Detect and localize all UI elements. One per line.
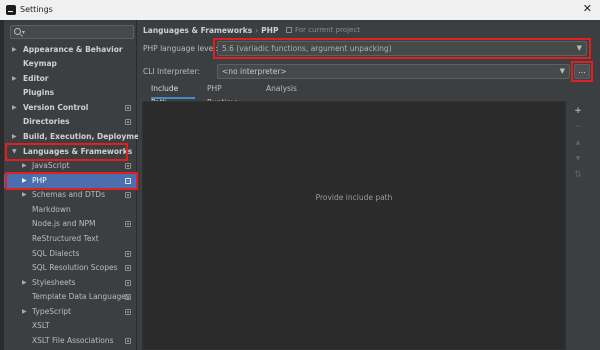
tab-analysis[interactable]: Analysis bbox=[266, 82, 297, 99]
title-bar: Settings ✕ bbox=[0, 0, 600, 20]
expand-arrow-icon[interactable]: ▶ bbox=[22, 276, 27, 290]
tab-include-path[interactable]: Include Path bbox=[151, 82, 195, 107]
sidebar-item-nodejs-npm[interactable]: Node.js and NPM bbox=[4, 217, 137, 231]
tab-php-runtime[interactable]: PHP Runtime bbox=[207, 82, 253, 107]
highlight-box-language-level bbox=[213, 38, 591, 59]
sidebar-item-version-control[interactable]: ▶ Version Control bbox=[4, 101, 137, 115]
breadcrumb-separator: › bbox=[255, 26, 259, 35]
sidebar-item-label: JavaScript bbox=[32, 161, 70, 170]
move-down-icon[interactable]: ▼ bbox=[570, 152, 586, 166]
close-icon[interactable]: ✕ bbox=[583, 3, 592, 15]
sidebar-item-label: Directories bbox=[23, 117, 70, 126]
search-dropdown-icon[interactable]: ▾ bbox=[22, 29, 25, 36]
expand-arrow-icon[interactable]: ▶ bbox=[22, 159, 27, 173]
sidebar-item-sql-dialects[interactable]: SQL Dialects bbox=[4, 247, 137, 261]
project-scope-icon bbox=[125, 119, 131, 125]
sidebar-item-appearance-behavior[interactable]: ▶ Appearance & Behavior bbox=[4, 43, 137, 57]
breadcrumb: Languages & Frameworks › PHP bbox=[143, 26, 278, 35]
expand-arrow-icon[interactable]: ▶ bbox=[12, 130, 17, 144]
cli-interpreter-value: <no interpreter> bbox=[222, 67, 287, 76]
project-scope-icon bbox=[286, 27, 292, 33]
project-scope-icon bbox=[125, 163, 131, 169]
sidebar-item-xslt[interactable]: XSLT bbox=[4, 319, 137, 333]
sidebar-item-plugins[interactable]: Plugins bbox=[4, 86, 137, 100]
sort-icon[interactable]: ⇅ bbox=[570, 168, 586, 182]
sidebar-item-label: SQL Resolution Scopes bbox=[32, 263, 118, 272]
include-path-list[interactable]: Provide include path bbox=[142, 101, 566, 350]
sidebar-item-label: Appearance & Behavior bbox=[23, 45, 123, 54]
sidebar-item-markdown[interactable]: Markdown bbox=[4, 203, 137, 217]
sidebar-item-restructured-text[interactable]: ReStructured Text bbox=[4, 232, 137, 246]
sidebar-item-label: XSLT bbox=[32, 321, 50, 330]
settings-tabs: Include Path PHP Runtime Analysis bbox=[138, 82, 600, 107]
breadcrumb-current: PHP bbox=[261, 26, 279, 35]
sidebar-item-label: Markdown bbox=[32, 205, 71, 214]
sidebar-item-label: Node.js and NPM bbox=[32, 219, 96, 228]
sidebar-item-label: Version Control bbox=[23, 103, 89, 112]
add-icon[interactable]: + bbox=[570, 104, 586, 118]
include-path-empty-text: Provide include path bbox=[315, 193, 393, 202]
sidebar-item-schemas-dtds[interactable]: ▶ Schemas and DTDs bbox=[4, 188, 137, 202]
sidebar-item-typescript[interactable]: ▶ TypeScript bbox=[4, 305, 137, 319]
move-up-icon[interactable]: ▲ bbox=[570, 136, 586, 150]
app-icon bbox=[6, 5, 16, 15]
project-scope-icon bbox=[125, 221, 131, 227]
cli-interpreter-select[interactable]: <no interpreter> ▼ bbox=[217, 64, 570, 79]
cli-interpreter-label: CLI Interpreter: bbox=[143, 67, 200, 76]
project-scope-icon bbox=[125, 280, 131, 286]
sidebar-item-label: Editor bbox=[23, 74, 49, 83]
sidebar-item-label: Template Data Languages bbox=[32, 292, 130, 301]
expand-arrow-icon[interactable]: ▶ bbox=[12, 43, 17, 57]
highlight-box-php bbox=[5, 172, 138, 190]
expand-arrow-icon[interactable]: ▶ bbox=[12, 72, 17, 86]
expand-arrow-icon[interactable]: ▶ bbox=[22, 305, 27, 319]
project-scope-icon bbox=[125, 192, 131, 198]
sidebar-item-label: Plugins bbox=[23, 88, 55, 97]
highlight-box-browse bbox=[571, 61, 593, 82]
sidebar-item-label: Schemas and DTDs bbox=[32, 190, 105, 199]
sidebar-item-label: XSLT File Associations bbox=[32, 336, 114, 345]
sidebar-item-template-data-languages[interactable]: Template Data Languages bbox=[4, 290, 137, 304]
project-scope-icon bbox=[125, 265, 131, 271]
language-level-label: PHP language level: bbox=[143, 44, 218, 53]
settings-main-pane: Languages & Frameworks › PHP For current p… bbox=[138, 20, 600, 350]
highlight-box-languages bbox=[5, 143, 128, 161]
sidebar-item-stylesheets[interactable]: ▶ Stylesheets bbox=[4, 276, 137, 290]
sidebar-item-label: ReStructured Text bbox=[32, 234, 99, 243]
sidebar-item-directories[interactable]: Directories bbox=[4, 115, 137, 129]
remove-icon[interactable]: − bbox=[570, 120, 586, 134]
sidebar-item-xslt-file-associations[interactable]: XSLT File Associations bbox=[4, 334, 137, 348]
sidebar-item-editor[interactable]: ▶ Editor bbox=[4, 72, 137, 86]
sidebar-item-keymap[interactable]: Keymap bbox=[4, 57, 137, 71]
sidebar-item-sql-resolution-scopes[interactable]: SQL Resolution Scopes bbox=[4, 261, 137, 275]
project-scope-icon bbox=[125, 338, 131, 344]
sidebar-item-label: TypeScript bbox=[32, 307, 71, 316]
window-title: Settings bbox=[20, 5, 53, 14]
project-scope-icon bbox=[125, 309, 131, 315]
breadcrumb-parent[interactable]: Languages & Frameworks bbox=[143, 26, 252, 35]
sidebar-item-build-execution-deployment[interactable]: ▶ Build, Execution, Deployment bbox=[4, 130, 148, 144]
sidebar-item-javascript[interactable]: ▶ JavaScript bbox=[4, 159, 137, 173]
settings-sidebar: ▾ ▶ Appearance & Behavior Keymap ▶ Edito… bbox=[4, 20, 148, 350]
expand-arrow-icon[interactable]: ▶ bbox=[12, 101, 17, 115]
search-icon bbox=[14, 28, 21, 35]
sidebar-item-label: SQL Dialects bbox=[32, 249, 80, 258]
project-scope-icon bbox=[125, 294, 131, 300]
sidebar-item-label: Build, Execution, Deployment bbox=[23, 132, 149, 141]
scope-note: For current project bbox=[286, 26, 360, 34]
expand-arrow-icon[interactable]: ▶ bbox=[22, 188, 27, 202]
sidebar-item-label: Stylesheets bbox=[32, 278, 76, 287]
sidebar-item-label: Keymap bbox=[23, 59, 57, 68]
project-scope-icon bbox=[125, 251, 131, 257]
search-input[interactable]: ▾ bbox=[10, 25, 134, 39]
chevron-down-icon: ▼ bbox=[559, 67, 565, 75]
scope-note-text: For current project bbox=[295, 26, 360, 34]
project-scope-icon bbox=[125, 105, 131, 111]
